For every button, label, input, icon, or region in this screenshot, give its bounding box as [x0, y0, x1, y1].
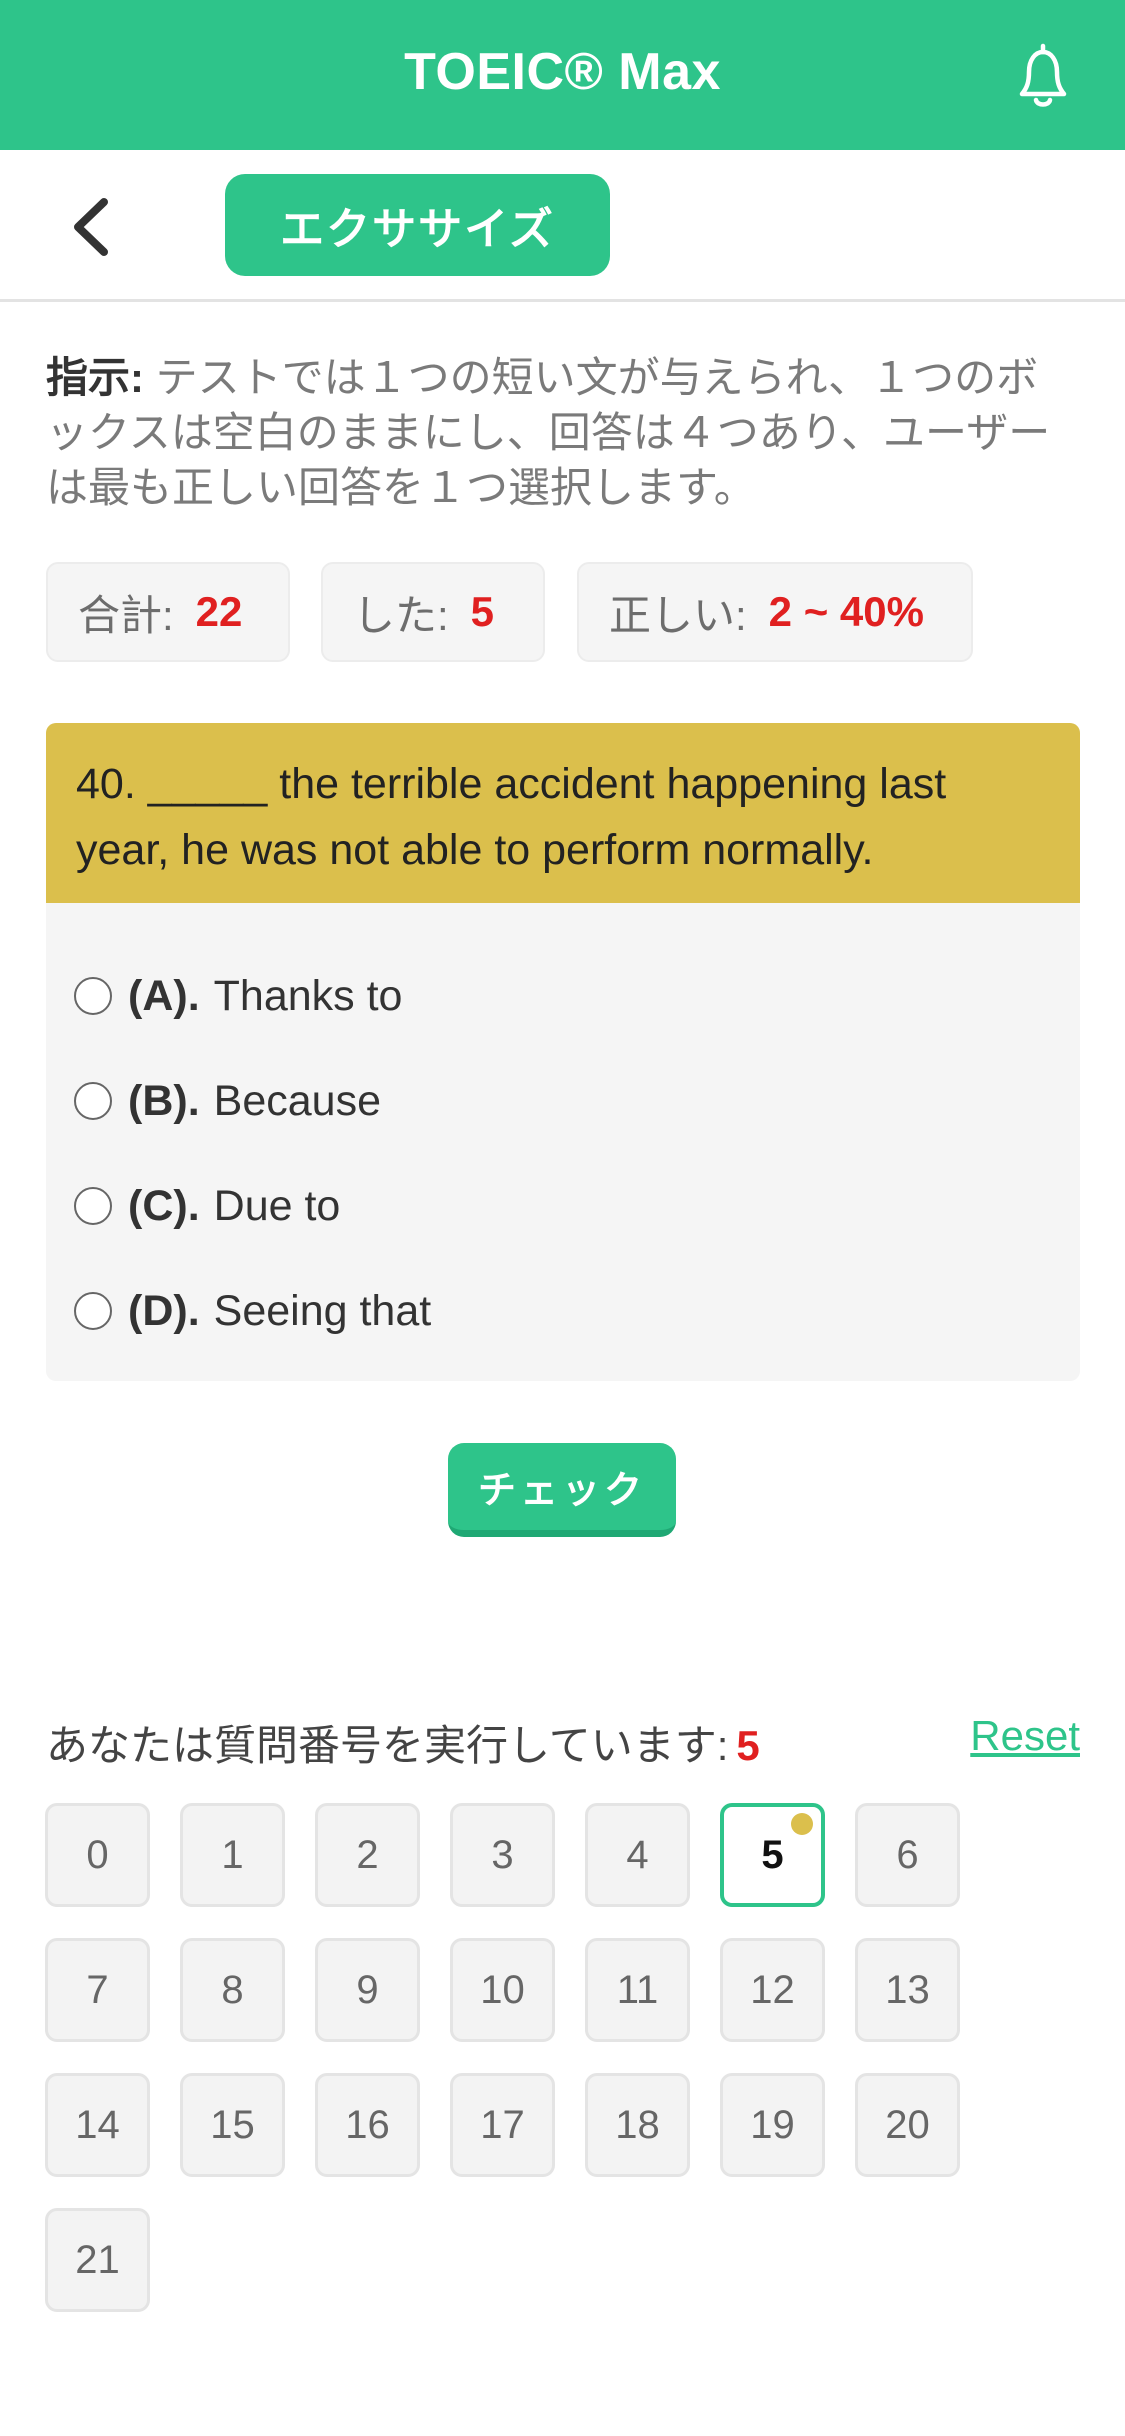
- option-d-label: (D).: [128, 1286, 200, 1335]
- question-number-label: 18: [615, 2102, 660, 2147]
- instructions-text: テストでは１つの短い文が与えられ、１つのボックスは空白のままにし、回答は４つあり…: [46, 354, 1051, 511]
- question-number-button[interactable]: 11: [585, 1938, 690, 2042]
- question-number-label: 10: [480, 1967, 525, 2012]
- question-number-label: 17: [480, 2102, 525, 2147]
- option-c-text: Due to: [213, 1181, 341, 1230]
- top-bar: TOEIC® Max: [0, 0, 1125, 150]
- option-d-text: Seeing that: [213, 1286, 432, 1335]
- question-number-button[interactable]: 13: [855, 1938, 960, 2042]
- app-title: TOEIC® Max: [404, 43, 721, 101]
- radio-b[interactable]: [74, 1082, 112, 1120]
- option-a[interactable]: (A). Thanks to: [74, 961, 402, 1031]
- question-number-button[interactable]: 10: [450, 1938, 555, 2042]
- reset-link[interactable]: Reset: [970, 1712, 1080, 1760]
- stat-done-label: した:: [353, 591, 449, 639]
- question-number-label: 14: [75, 2102, 120, 2147]
- question-number-button[interactable]: 8: [180, 1938, 285, 2042]
- question-number-label: 12: [750, 1967, 795, 2012]
- question-number-button[interactable]: 6: [855, 1803, 960, 1907]
- stat-total: 合計: 22: [46, 562, 290, 662]
- question-number-button[interactable]: 21: [45, 2208, 150, 2312]
- stat-done: した: 5: [321, 562, 545, 662]
- option-a-label: (A).: [128, 971, 200, 1020]
- question-number-button[interactable]: 1: [180, 1803, 285, 1907]
- stat-done-value: 5: [470, 588, 495, 635]
- instructions: 指示: テストでは１つの短い文が与えられ、１つのボックスは空白のままにし、回答は…: [46, 350, 1076, 515]
- question-number-label: 2: [356, 1832, 379, 1877]
- question-number-label: 8: [221, 1967, 244, 2012]
- question-number-button[interactable]: 0: [45, 1803, 150, 1907]
- question-number-button[interactable]: 16: [315, 2073, 420, 2177]
- question-number-label: 11: [616, 1967, 659, 2012]
- radio-c[interactable]: [74, 1187, 112, 1225]
- check-button[interactable]: チェック: [448, 1443, 676, 1537]
- question-number-button[interactable]: 20: [855, 2073, 960, 2177]
- question-number-label: 13: [885, 1967, 930, 2012]
- question-text: 40. _____ the terrible accident happenin…: [46, 723, 1080, 903]
- question-number-label: 7: [86, 1967, 109, 2012]
- question-number-label: 16: [345, 2102, 390, 2147]
- progress-label: あなたは質問番号を実行しています:: [46, 1722, 729, 1769]
- question-number-button[interactable]: 14: [45, 2073, 150, 2177]
- question-number-label: 21: [75, 2237, 120, 2282]
- question-number-label: 20: [885, 2102, 930, 2147]
- stat-correct-label: 正しい:: [609, 591, 747, 639]
- stat-correct: 正しい: 2 ~ 40%: [577, 562, 973, 662]
- question-number-button[interactable]: 17: [450, 2073, 555, 2177]
- question-number-label: 19: [750, 2102, 795, 2147]
- option-c-label: (C).: [128, 1181, 200, 1230]
- question-number-label: 6: [896, 1832, 919, 1877]
- question-number-button[interactable]: 4: [585, 1803, 690, 1907]
- sub-header: エクササイズ: [0, 150, 1125, 302]
- question-card: 40. _____ the terrible accident happenin…: [46, 723, 1080, 1381]
- option-d[interactable]: (D). Seeing that: [74, 1276, 431, 1346]
- radio-a[interactable]: [74, 977, 112, 1015]
- question-number-button[interactable]: 2: [315, 1803, 420, 1907]
- question-number-label: 3: [491, 1832, 514, 1877]
- question-number-label: 9: [356, 1967, 379, 2012]
- question-number-button[interactable]: 15: [180, 2073, 285, 2177]
- question-number-label: 0: [86, 1832, 109, 1877]
- exercise-tab[interactable]: エクササイズ: [225, 174, 610, 276]
- option-b-text: Because: [213, 1076, 381, 1125]
- option-b-label: (B).: [128, 1076, 200, 1125]
- stat-total-label: 合計:: [78, 591, 174, 639]
- back-chevron-icon[interactable]: [62, 192, 122, 262]
- option-b[interactable]: (B). Because: [74, 1066, 381, 1136]
- current-indicator-dot: [791, 1813, 813, 1835]
- progress-text: あなたは質問番号を実行しています: 5: [46, 1712, 760, 1773]
- question-number-button[interactable]: 18: [585, 2073, 690, 2177]
- option-a-text: Thanks to: [213, 971, 403, 1020]
- instructions-label: 指示:: [46, 354, 144, 401]
- question-number-button[interactable]: 12: [720, 1938, 825, 2042]
- question-number-button[interactable]: 3: [450, 1803, 555, 1907]
- bell-icon[interactable]: [1008, 38, 1078, 112]
- question-number-label: 4: [626, 1832, 649, 1877]
- option-c[interactable]: (C). Due to: [74, 1171, 340, 1241]
- radio-d[interactable]: [74, 1292, 112, 1330]
- question-number-label: 1: [221, 1832, 244, 1877]
- question-number-button[interactable]: 19: [720, 2073, 825, 2177]
- question-number-label: 5: [761, 1832, 784, 1877]
- stat-correct-value: 2 ~ 40%: [768, 588, 924, 635]
- stat-total-value: 22: [195, 588, 243, 635]
- question-number-label: 15: [210, 2102, 255, 2147]
- question-number-button[interactable]: 5: [720, 1803, 825, 1907]
- progress-current: 5: [736, 1722, 760, 1769]
- question-number-button[interactable]: 9: [315, 1938, 420, 2042]
- question-number-button[interactable]: 7: [45, 1938, 150, 2042]
